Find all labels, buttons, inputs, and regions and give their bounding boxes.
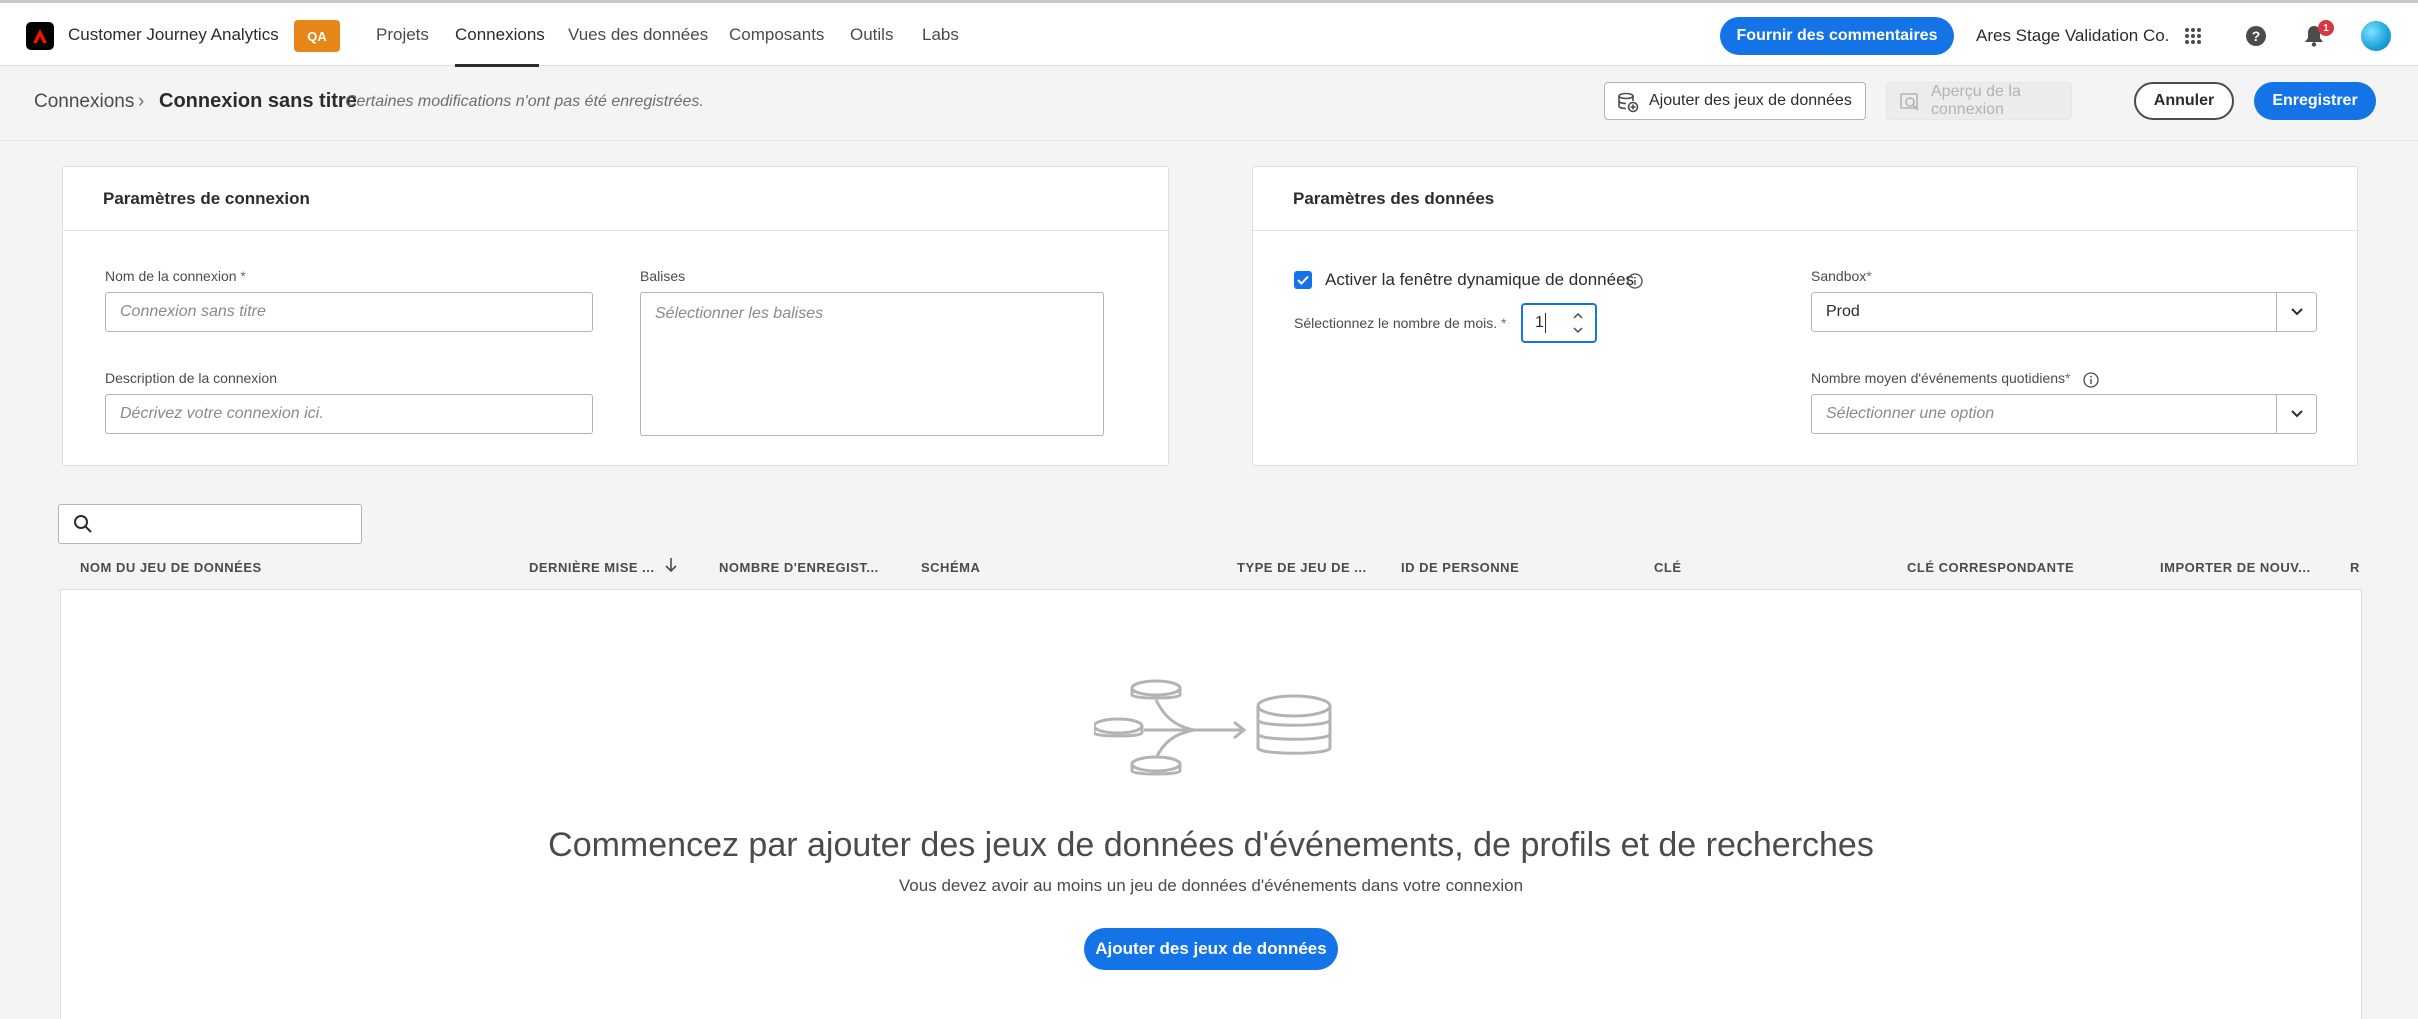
environment-badge: QA: [294, 20, 340, 52]
nav-outils[interactable]: Outils: [850, 25, 893, 45]
feedback-button[interactable]: Fournir des commentaires: [1720, 17, 1954, 55]
nav-composants[interactable]: Composants: [729, 25, 824, 45]
svg-text:?: ?: [2252, 28, 2261, 44]
avg-events-select[interactable]: Sélectionner une option: [1811, 394, 2317, 434]
add-datasets-label: Ajouter des jeux de données: [1649, 92, 1852, 109]
text-caret: [1545, 313, 1546, 333]
months-label: Sélectionnez le nombre de mois. *: [1294, 315, 1507, 331]
preview-connection-button[interactable]: Aperçu de la connexion: [1886, 82, 2072, 120]
sandbox-label: Sandbox*: [1811, 268, 1872, 284]
info-icon[interactable]: [1627, 273, 1643, 289]
tags-label: Balises: [640, 268, 686, 284]
page-title: Connexion sans titre: [159, 90, 357, 112]
preview-connection-label: Aperçu de la connexion: [1931, 83, 2021, 118]
chevron-down-icon[interactable]: [2276, 395, 2316, 433]
column-header-matching-key[interactable]: CLÉ CORRESPONDANTE: [1907, 560, 2074, 575]
preview-icon: [1899, 91, 1921, 113]
help-icon[interactable]: ?: [2243, 23, 2269, 49]
months-stepper[interactable]: 1: [1521, 303, 1597, 343]
avg-events-placeholder: Sélectionner une option: [1826, 405, 1995, 422]
avatar[interactable]: [2361, 21, 2391, 51]
top-navigation-bar: Customer Journey Analytics QA Projets Co…: [0, 0, 2418, 67]
org-switcher[interactable]: Ares Stage Validation Co.: [1976, 26, 2169, 46]
apps-grid-icon[interactable]: [2180, 23, 2206, 49]
connection-settings-title: Paramètres de connexion: [63, 167, 1168, 231]
connection-settings-panel: Paramètres de connexion Nom de la connex…: [62, 166, 1169, 466]
nav-projets[interactable]: Projets: [376, 25, 429, 45]
tags-input[interactable]: Sélectionner les balises: [640, 292, 1104, 436]
nav-connexions[interactable]: Connexions: [455, 25, 545, 45]
search-icon: [73, 514, 93, 539]
unsaved-changes-note: Certaines modifications n'ont pas été en…: [345, 93, 704, 110]
breadcrumb-connexions-link[interactable]: Connexions: [34, 91, 134, 113]
empty-state-subtitle: Vous devez avoir au moins un jeu de donn…: [898, 876, 1524, 895]
dataset-search-input[interactable]: [58, 504, 362, 544]
column-header-import-new[interactable]: IMPORTER DE NOUV...: [2160, 560, 2311, 575]
empty-state-title: Commencez par ajouter des jeux de donnée…: [548, 826, 1874, 864]
stepper-buttons[interactable]: [1567, 308, 1589, 338]
data-settings-title: Paramètres des données: [1253, 167, 2357, 231]
column-header-person-id[interactable]: ID DE PERSONNE: [1401, 560, 1519, 575]
data-settings-panel: Paramètres des données Activer la fenêtr…: [1252, 166, 2358, 466]
column-header-key[interactable]: CLÉ: [1654, 560, 1682, 575]
sort-descending-icon[interactable]: [664, 556, 678, 579]
datasets-illustration-icon: [1092, 676, 1334, 791]
breadcrumb-action-bar: Connexions › Connexion sans titre Certai…: [0, 67, 2418, 141]
column-header-dataset-type[interactable]: TYPE DE JEU DE ...: [1237, 560, 1367, 575]
months-value: 1: [1535, 314, 1544, 331]
adobe-logo-icon[interactable]: [26, 22, 54, 50]
cancel-button[interactable]: Annuler: [2134, 82, 2234, 120]
nav-labs[interactable]: Labs: [922, 25, 959, 45]
add-dataset-icon: [1617, 91, 1639, 113]
save-button[interactable]: Enregistrer: [2254, 82, 2376, 120]
connection-description-label: Description de la connexion: [105, 370, 277, 386]
add-datasets-button[interactable]: Ajouter des jeux de données: [1604, 82, 1866, 120]
empty-add-datasets-button[interactable]: Ajouter des jeux de données: [1084, 928, 1338, 970]
sandbox-value: Prod: [1826, 303, 1860, 320]
info-icon[interactable]: [2083, 372, 2099, 388]
column-header-truncated[interactable]: R: [2350, 560, 2360, 575]
nav-vues-des-donnees[interactable]: Vues des données: [568, 25, 708, 45]
rolling-window-label: Activer la fenêtre dynamique de données: [1325, 270, 1635, 289]
sandbox-select[interactable]: Prod: [1811, 292, 2317, 332]
column-header-schema[interactable]: SCHÉMA: [921, 560, 980, 575]
dataset-table-empty-state: Commencez par ajouter des jeux de donnée…: [60, 589, 2362, 1019]
notification-count-badge: 1: [2318, 20, 2334, 36]
connection-description-input[interactable]: Décrivez votre connexion ici.: [105, 394, 593, 434]
connection-name-label: Nom de la connexion *: [105, 268, 246, 284]
connection-name-input[interactable]: Connexion sans titre: [105, 292, 593, 332]
app-title[interactable]: Customer Journey Analytics: [68, 25, 279, 45]
column-header-last-updated[interactable]: DERNIÈRE MISE ...: [529, 560, 655, 575]
rolling-window-checkbox[interactable]: [1294, 271, 1312, 289]
column-header-dataset-name[interactable]: NOM DU JEU DE DONNÉES: [80, 560, 262, 575]
column-header-record-count[interactable]: NOMBRE D'ENREGIST...: [719, 560, 879, 575]
chevron-down-icon[interactable]: [2276, 293, 2316, 331]
avg-events-label: Nombre moyen d'événements quotidiens*: [1811, 370, 2071, 386]
breadcrumb-separator: ›: [138, 91, 145, 112]
